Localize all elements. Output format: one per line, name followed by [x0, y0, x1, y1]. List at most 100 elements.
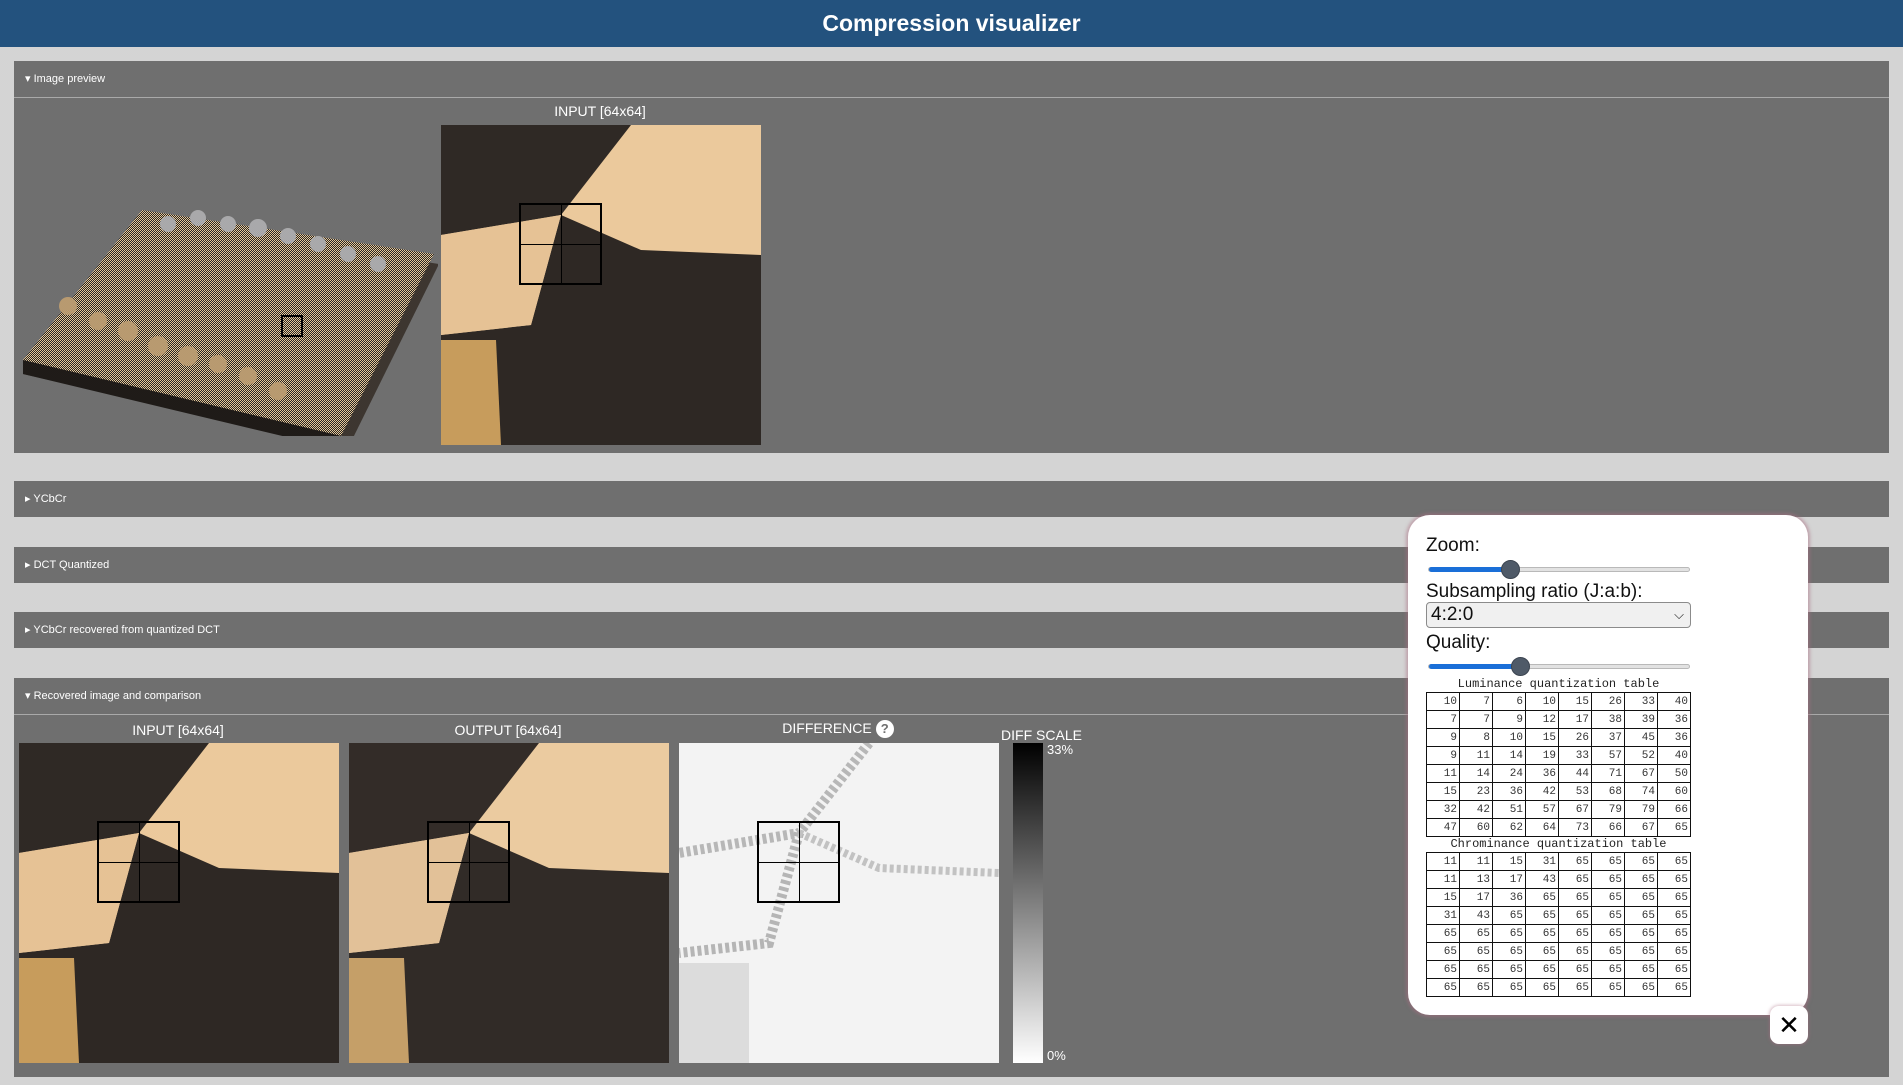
table-cell: 62: [1492, 818, 1526, 837]
quality-slider-fill: [1429, 664, 1520, 669]
table-cell: 12: [1525, 710, 1559, 729]
table-cell: 43: [1525, 870, 1559, 889]
diff-scale-min: 0%: [1047, 1048, 1066, 1063]
table-cell: 11: [1459, 852, 1493, 871]
table-row: 11 11 15 31 65 65 65 65: [1426, 852, 1691, 871]
table-cell: 65: [1657, 870, 1691, 889]
section-toggle-image-preview[interactable]: ▾ Image preview: [14, 61, 1889, 97]
difference-label: DIFFERENCE: [782, 720, 872, 736]
table-cell: 65: [1657, 818, 1691, 837]
table-cell: 15: [1492, 852, 1526, 871]
table-cell: 39: [1624, 710, 1658, 729]
luminance-quantization-table: 10 7 6 10 15 26 33 40 7 7 9 12 17 38 39 36 9 8 10 15 26 37 45 3…: [1426, 692, 1691, 837]
source-image-chessboard[interactable]: [18, 106, 439, 450]
quality-label: Quality:: [1426, 632, 1491, 653]
recovered-output-label: OUTPUT [64x64]: [454, 722, 562, 738]
table-cell: 42: [1459, 800, 1493, 819]
table-cell: 65: [1525, 924, 1559, 943]
table-cell: 65: [1525, 978, 1559, 997]
table-cell: 47: [1426, 818, 1460, 837]
table-cell: 65: [1591, 960, 1625, 979]
table-cell: 65: [1558, 978, 1592, 997]
table-cell: 50: [1657, 764, 1691, 783]
table-row: 10 7 6 10 15 26 33 40: [1426, 692, 1691, 711]
table-cell: 65: [1657, 852, 1691, 871]
table-cell: 65: [1492, 978, 1526, 997]
table-cell: 11: [1426, 852, 1460, 871]
table-cell: 9: [1492, 710, 1526, 729]
zoom-slider[interactable]: [1428, 560, 1690, 579]
table-cell: 36: [1525, 764, 1559, 783]
table-cell: 10: [1525, 692, 1559, 711]
section-toggle-ycbcr[interactable]: ▸ YCbCr: [14, 481, 1889, 517]
table-cell: 44: [1558, 764, 1592, 783]
table-cell: 67: [1558, 800, 1592, 819]
subsampling-select[interactable]: 4:2:0 ⌵: [1426, 602, 1691, 628]
table-cell: 65: [1525, 960, 1559, 979]
section-image-preview: ▾ Image preview INPUT [64x64]: [14, 61, 1889, 453]
table-cell: 65: [1459, 978, 1493, 997]
preview-selection-box[interactable]: [519, 203, 602, 285]
help-icon[interactable]: ?: [875, 720, 894, 739]
zoom-slider-handle[interactable]: [1500, 560, 1520, 579]
luminance-table-title: Luminance quantization table: [1457, 677, 1660, 691]
recovered-output-selection-box[interactable]: [427, 821, 510, 903]
zoom-slider-fill: [1429, 567, 1510, 572]
table-cell: 79: [1591, 800, 1625, 819]
table-cell: 10: [1492, 728, 1526, 747]
table-cell: 51: [1492, 800, 1526, 819]
table-cell: 57: [1525, 800, 1559, 819]
table-cell: 26: [1591, 692, 1625, 711]
recovered-input-image: [19, 743, 339, 1063]
table-cell: 36: [1657, 710, 1691, 729]
difference-selection-box[interactable]: [757, 821, 840, 903]
table-cell: 65: [1657, 906, 1691, 925]
quality-slider-handle[interactable]: [1511, 657, 1530, 676]
recovered-input-selection-box[interactable]: [97, 821, 180, 903]
table-row: 65 65 65 65 65 65 65 65: [1426, 942, 1691, 961]
table-cell: 67: [1624, 764, 1658, 783]
table-cell: 11: [1426, 764, 1460, 783]
table-cell: 65: [1657, 942, 1691, 961]
table-cell: 65: [1558, 870, 1592, 889]
table-cell: 7: [1459, 692, 1493, 711]
table-cell: 36: [1492, 888, 1526, 907]
controls-panel: Zoom: Subsampling ratio (J:a:b): 4:2:0 ⌵…: [1408, 515, 1808, 1015]
table-cell: 65: [1624, 960, 1658, 979]
section-ycbcr: ▸ YCbCr: [14, 481, 1889, 517]
table-cell: 74: [1624, 782, 1658, 801]
table-cell: 65: [1591, 870, 1625, 889]
table-cell: 65: [1591, 942, 1625, 961]
table-row: 65 65 65 65 65 65 65 65: [1426, 978, 1691, 997]
table-cell: 65: [1591, 852, 1625, 871]
table-cell: 10: [1426, 692, 1460, 711]
table-row: 65 65 65 65 65 65 65 65: [1426, 924, 1691, 943]
table-cell: 65: [1525, 942, 1559, 961]
table-cell: 65: [1624, 852, 1658, 871]
table-cell: 65: [1591, 888, 1625, 907]
table-cell: 65: [1525, 906, 1559, 925]
table-cell: 65: [1426, 960, 1460, 979]
table-cell: 33: [1624, 692, 1658, 711]
chrominance-table-title: Chrominance quantization table: [1450, 837, 1667, 851]
diff-scale-bar: [1013, 743, 1043, 1063]
table-cell: 15: [1426, 888, 1460, 907]
subsampling-selected-value: 4:2:0: [1431, 604, 1474, 625]
table-cell: 7: [1459, 710, 1493, 729]
table-cell: 15: [1558, 692, 1592, 711]
table-cell: 53: [1558, 782, 1592, 801]
table-cell: 19: [1525, 746, 1559, 765]
table-row: 47 60 62 64 73 66 67 65: [1426, 818, 1691, 837]
close-icon[interactable]: ✕: [1770, 1006, 1808, 1044]
table-cell: 65: [1558, 942, 1592, 961]
table-cell: 65: [1624, 870, 1658, 889]
quality-slider[interactable]: [1428, 657, 1690, 676]
diff-scale-max: 33%: [1047, 742, 1074, 757]
table-cell: 65: [1492, 942, 1526, 961]
table-cell: 65: [1426, 924, 1460, 943]
table-cell: 13: [1459, 870, 1493, 889]
table-cell: 31: [1525, 852, 1559, 871]
table-cell: 40: [1657, 692, 1691, 711]
zoom-label: Zoom:: [1426, 535, 1480, 556]
table-cell: 65: [1426, 978, 1460, 997]
